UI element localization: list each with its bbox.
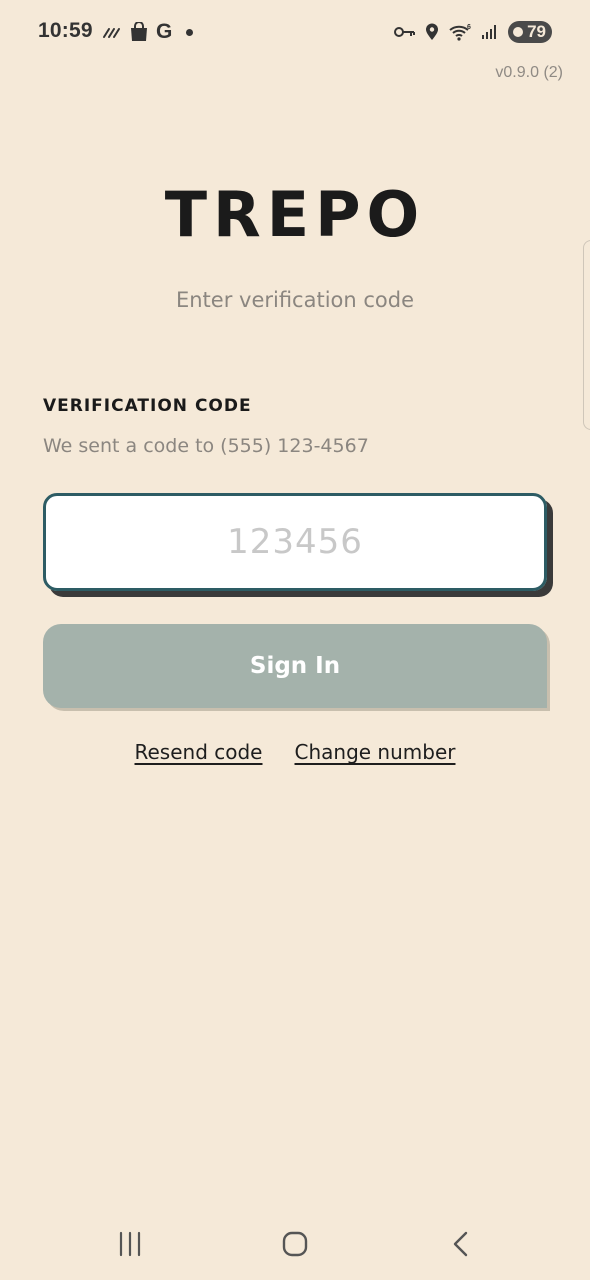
battery-level: 79 [527,22,546,41]
resend-code-link[interactable]: Resend code [135,740,263,764]
status-time: 10:59 [38,19,93,42]
app-version: v0.9.0 (2) [495,64,563,81]
battery-icon: 79 [508,21,552,43]
app-logo: TREPO [164,178,426,251]
verification-code-input[interactable] [43,493,547,591]
recent-apps-button[interactable] [110,1228,150,1260]
sign-in-button[interactable]: Sign In [43,624,547,708]
wifi-icon: 6 [449,24,471,41]
navigation-bar [0,1212,590,1276]
location-icon [426,23,439,40]
status-left-icons: G [102,20,194,44]
svg-text:6: 6 [467,24,471,31]
recent-apps-icon [119,1231,141,1257]
stripes-icon [103,28,120,38]
back-button[interactable] [441,1228,481,1260]
secondary-links: Resend code Change number [0,740,590,764]
home-button[interactable] [275,1228,315,1260]
shopping-bag-icon [131,22,147,41]
status-bar: 10:59 G 6 79 [0,0,590,66]
vpn-key-icon [394,27,416,37]
signal-icon [482,25,497,39]
google-icon: G [156,20,173,43]
back-icon [453,1231,468,1257]
home-icon [282,1231,308,1257]
scroll-indicator[interactable] [583,240,590,430]
page-subtitle: Enter verification code [175,288,415,312]
verification-code-label: VERIFICATION CODE [43,396,252,416]
battery-saver-icon [513,27,524,37]
status-right-icons: 6 79 [394,20,552,44]
notification-dot-icon [186,28,194,36]
verification-code-field [43,493,547,591]
verification-code-hint: We sent a code to (555) 123-4567 [43,435,369,457]
change-number-link[interactable]: Change number [295,740,456,764]
